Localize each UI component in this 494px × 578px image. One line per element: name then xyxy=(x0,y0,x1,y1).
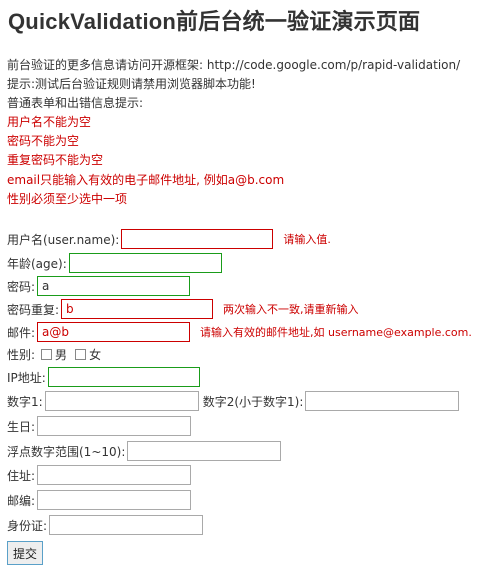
error-gender-required: 性别必须至少选中一项 xyxy=(7,192,128,206)
password-row: 密码: xyxy=(7,275,191,297)
username-row: 用户名(user.name): 请输入值. xyxy=(7,228,331,250)
num2-input[interactable] xyxy=(305,391,460,411)
zipcode-input[interactable] xyxy=(37,490,192,510)
birthday-input[interactable] xyxy=(37,416,192,436)
error-email-invalid: email只能输入有效的电子邮件地址, 例如a@b.com xyxy=(7,173,285,187)
gender-male-label: 男 xyxy=(55,347,68,362)
username-tip: 请输入值. xyxy=(283,233,331,246)
password-repeat-input[interactable] xyxy=(61,299,214,319)
gender-female-label: 女 xyxy=(89,347,102,362)
email-tip: 请输入有效的邮件地址,如 username@example.com. xyxy=(200,326,472,339)
age-row: 年龄(age): xyxy=(7,252,222,274)
float-range-row: 浮点数字范围(1~10): xyxy=(7,440,282,462)
gender-label: 性别: xyxy=(7,347,36,362)
info-tip: 提示:测试后台验证规则请禁用浏览器脚本功能! xyxy=(7,77,256,91)
error-password-required: 密码不能为空 xyxy=(7,134,80,148)
numbers-row: 数字1: 数字2(小于数字1): xyxy=(7,390,460,412)
info-errors-heading: 普通表单和出错信息提示: xyxy=(7,96,144,110)
submit-button[interactable]: 提交 xyxy=(7,541,44,565)
validation-demo-page: QuickValidation前后台统一验证演示页面 前台验证的更多信息请访问开… xyxy=(0,0,494,578)
gender-male-checkbox[interactable] xyxy=(41,348,53,360)
ip-row: IP地址: xyxy=(7,366,200,388)
page-title: QuickValidation前后台统一验证演示页面 xyxy=(8,9,421,34)
ip-label: IP地址: xyxy=(7,370,46,385)
info-framework-link: 前台验证的更多信息请访问开源框架: http://code.google.com… xyxy=(7,58,461,72)
zipcode-row: 邮编: xyxy=(7,489,192,511)
password-repeat-label: 密码重复: xyxy=(7,302,60,317)
email-row: 邮件: 请输入有效的邮件地址,如 username@example.com. xyxy=(7,321,472,343)
num1-input[interactable] xyxy=(44,391,199,411)
password-repeat-tip: 两次输入不一致,请重新输入 xyxy=(223,303,359,316)
idcard-label: 身份证: xyxy=(7,518,48,533)
float-range-label: 浮点数字范围(1~10): xyxy=(7,444,126,459)
gender-male-option[interactable]: 男 xyxy=(41,346,67,363)
zipcode-label: 邮编: xyxy=(7,493,36,508)
idcard-input[interactable] xyxy=(49,515,204,535)
email-label: 邮件: xyxy=(7,325,36,340)
email-input[interactable] xyxy=(37,322,191,342)
username-label: 用户名(user.name): xyxy=(7,232,120,247)
password-repeat-row: 密码重复: 两次输入不一致,请重新输入 xyxy=(7,298,359,320)
gender-row: 性别: 男 女 xyxy=(7,343,101,365)
address-label: 住址: xyxy=(7,468,36,483)
num2-label: 数字2(小于数字1): xyxy=(202,394,304,409)
gender-female-checkbox[interactable] xyxy=(75,348,87,360)
password-input[interactable] xyxy=(37,276,191,296)
error-username-required: 用户名不能为空 xyxy=(7,115,92,129)
age-label: 年龄(age): xyxy=(7,256,67,271)
error-repeat-required: 重复密码不能为空 xyxy=(7,153,104,167)
password-label: 密码: xyxy=(7,279,36,294)
age-input[interactable] xyxy=(68,253,222,273)
float-range-input[interactable] xyxy=(127,441,282,461)
ip-input[interactable] xyxy=(47,367,200,387)
idcard-row: 身份证: xyxy=(7,514,204,536)
birthday-label: 生日: xyxy=(7,419,36,434)
username-input[interactable] xyxy=(121,229,274,249)
birthday-row: 生日: xyxy=(7,415,192,437)
address-input[interactable] xyxy=(37,465,192,485)
num1-label: 数字1: xyxy=(7,394,43,409)
address-row: 住址: xyxy=(7,464,192,486)
gender-female-option[interactable]: 女 xyxy=(75,346,101,363)
